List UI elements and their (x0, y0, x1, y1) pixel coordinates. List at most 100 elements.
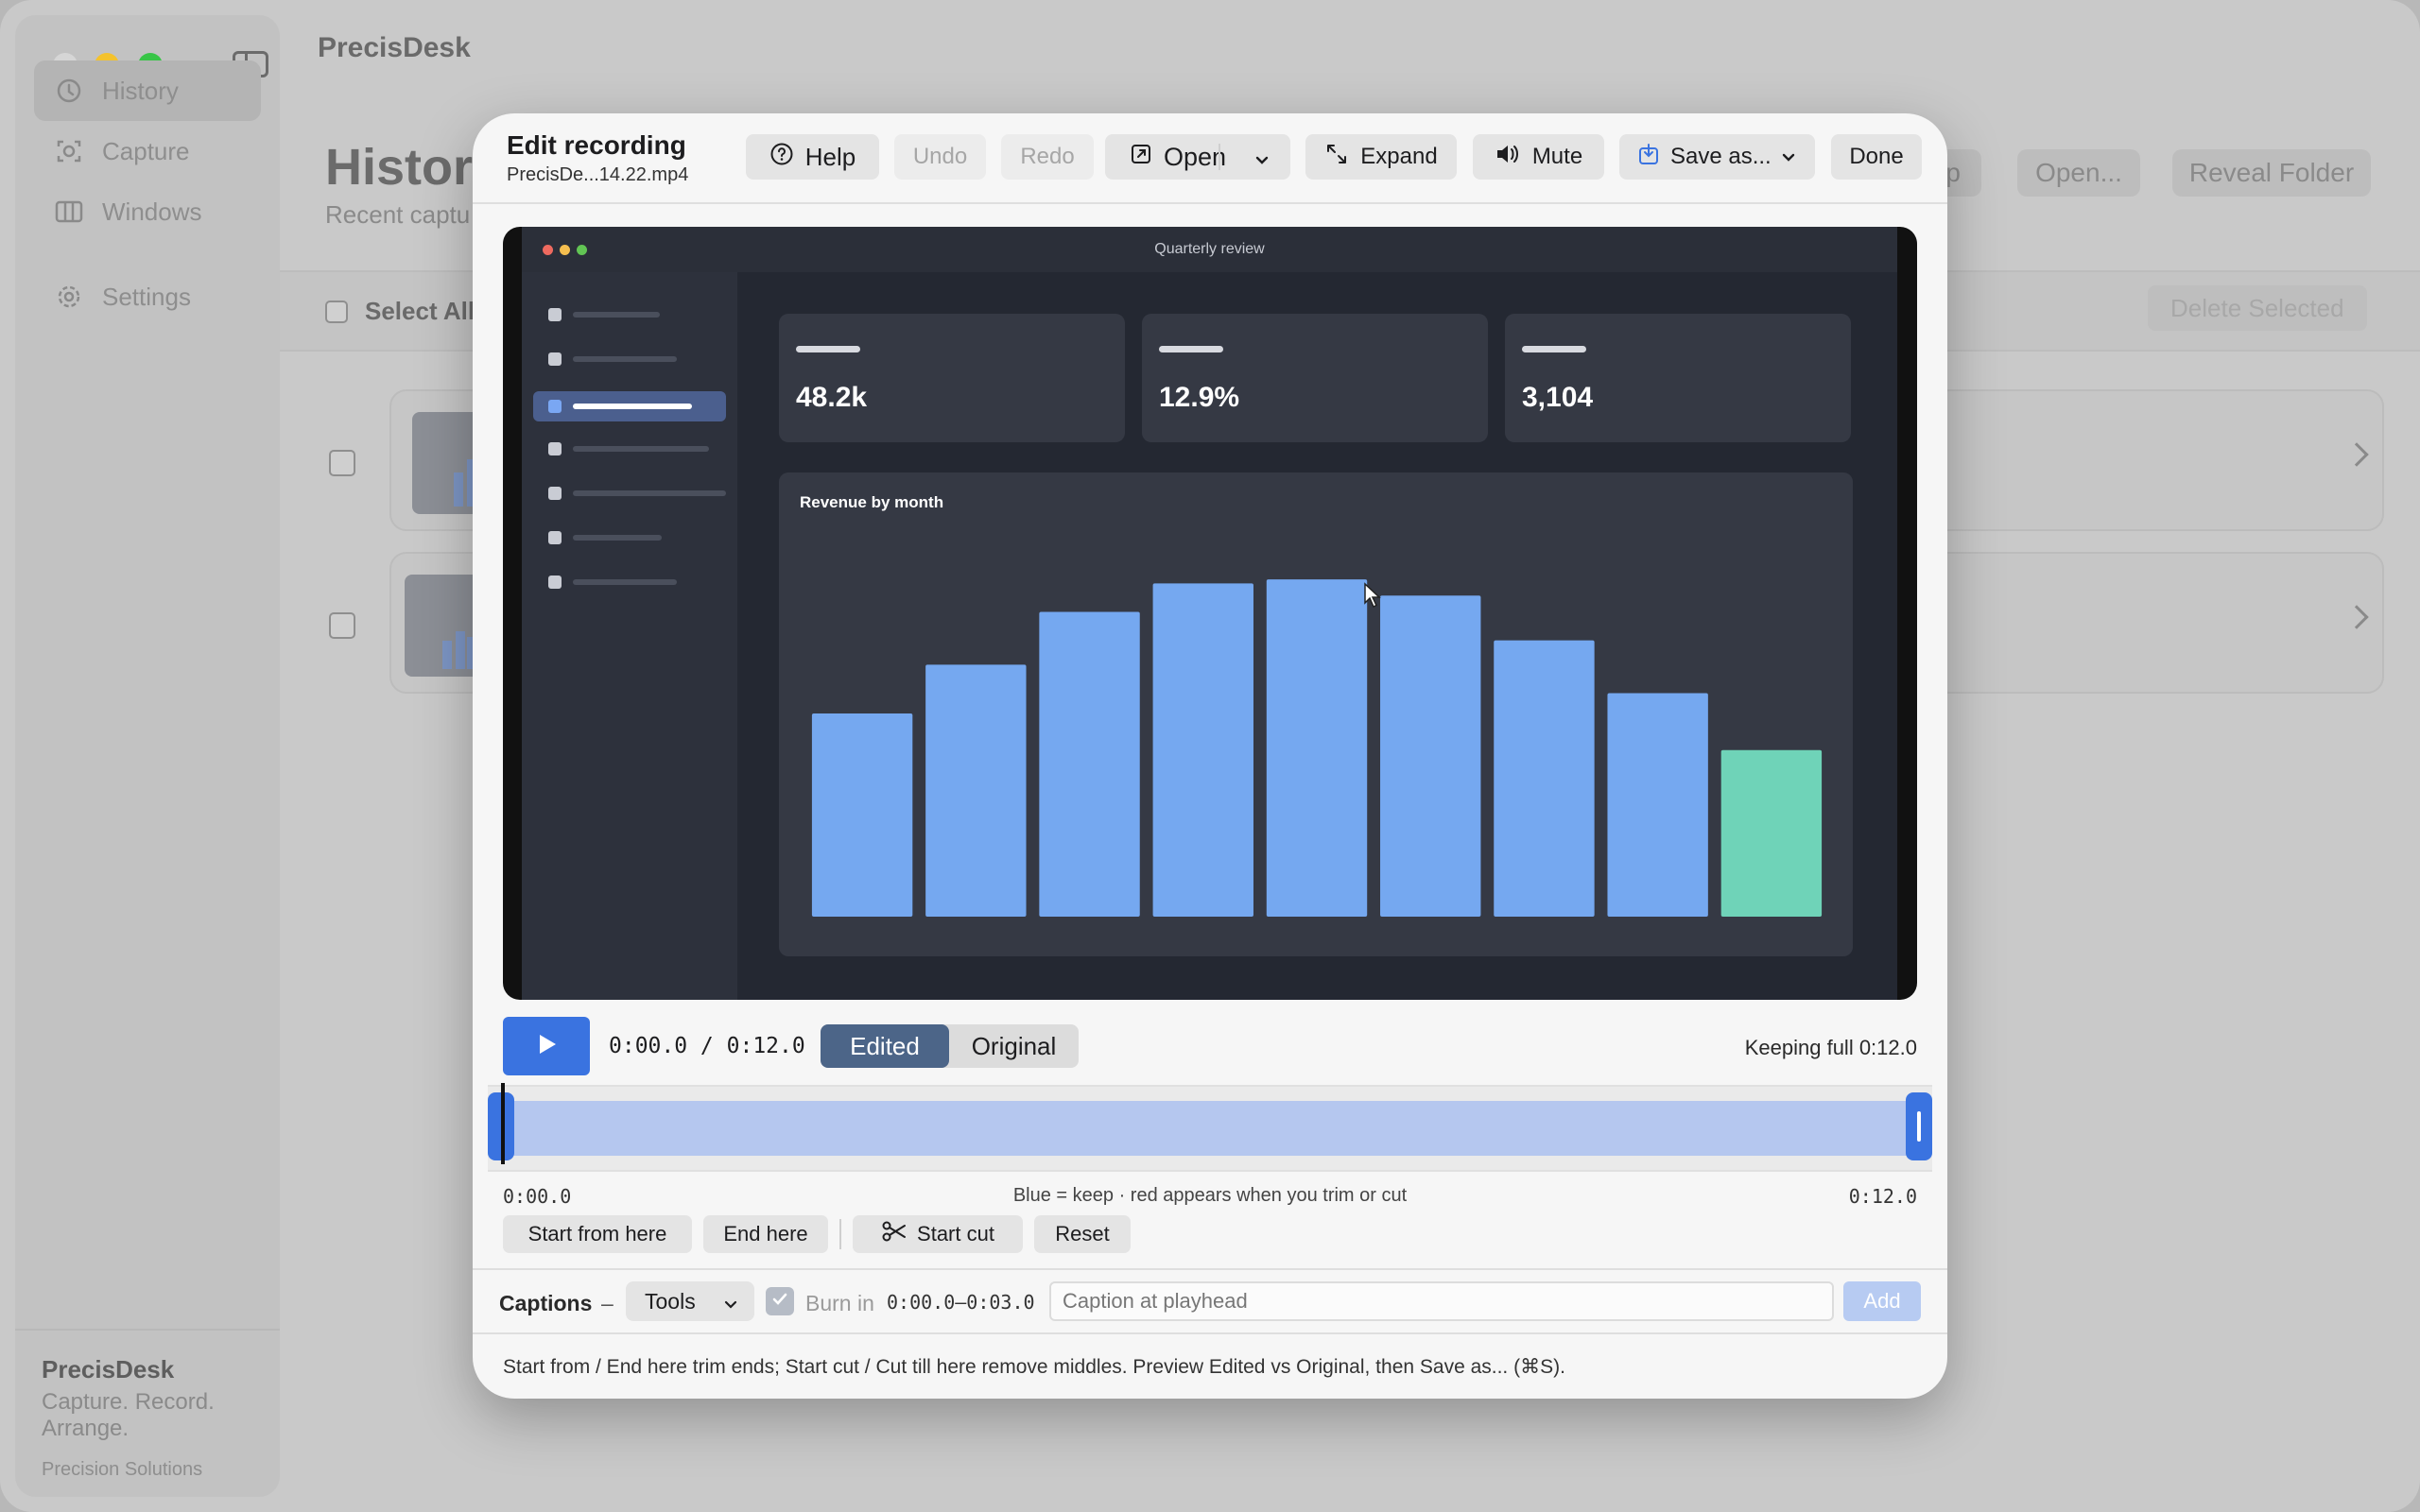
select-all-checkbox[interactable]: Select All (325, 297, 475, 326)
chart-bar (1494, 640, 1595, 917)
keep-status: Keeping full 0:12.0 (1744, 1036, 1917, 1059)
help-text: Start from / End here trim ends; Start c… (503, 1356, 1565, 1378)
undo-button[interactable]: Undo (894, 134, 986, 180)
stat-card: 3,104 (1505, 314, 1851, 442)
open-external-icon (1130, 143, 1152, 172)
redo-button[interactable]: Redo (1001, 134, 1094, 180)
sidebar-tagline: Capture. Record. Arrange. (42, 1389, 215, 1441)
sidebar-item-settings[interactable]: Settings (34, 266, 261, 327)
sidebar-item-capture[interactable]: Capture (34, 121, 261, 181)
checkbox[interactable] (325, 300, 348, 323)
sidebar-item-label: Settings (102, 282, 191, 311)
burn-in-checkbox[interactable] (766, 1287, 794, 1315)
recorded-sidebar (522, 272, 737, 1000)
save-icon (1638, 143, 1659, 172)
captions-label: Captions (499, 1291, 593, 1315)
play-button[interactable] (503, 1017, 590, 1075)
open-label: Open (1164, 142, 1227, 171)
segment-original[interactable]: Original (949, 1024, 1079, 1068)
delete-selected-button[interactable]: Delete Selected (2148, 285, 2367, 331)
sidebar-item-label: Capture (102, 136, 190, 165)
captions-separator: – (601, 1291, 614, 1315)
sidebar-item-label: History (102, 76, 179, 105)
help-label: Help (804, 142, 856, 171)
expand-label: Expand (1360, 144, 1438, 169)
open-button[interactable]: Open... (2017, 149, 2140, 197)
caption-input[interactable] (1049, 1281, 1834, 1321)
row-checkbox[interactable] (329, 612, 355, 639)
divider (839, 1219, 841, 1249)
chevron-down-icon[interactable] (1253, 147, 1271, 177)
chevron-down-icon (722, 1294, 739, 1319)
mouse-cursor-icon (1363, 582, 1382, 613)
gear-icon (55, 283, 83, 311)
tools-label: Tools (645, 1288, 696, 1314)
segment-edited[interactable]: Edited (821, 1024, 949, 1068)
timeline-end-time: 0:12.0 (1848, 1185, 1917, 1208)
page-subtitle: Recent captu (325, 200, 471, 229)
sidebar-item-history[interactable]: History (34, 60, 261, 121)
stat-card: 12.9% (1142, 314, 1488, 442)
start-cut-button[interactable]: Start cut (853, 1215, 1023, 1253)
row-checkbox[interactable] (329, 450, 355, 476)
chart-title: Revenue by month (800, 493, 944, 511)
play-icon (534, 1032, 559, 1061)
stat-card: 48.2k (779, 314, 1125, 442)
timeline-hint: Blue = keep · red appears when you trim … (1012, 1185, 1408, 1206)
recording-filename: PrecisDe...14.22.mp4 (507, 164, 689, 185)
sidebar-item-windows[interactable]: Windows (34, 181, 261, 242)
windows-icon (55, 198, 83, 226)
clock-icon (55, 77, 83, 105)
reveal-folder-button[interactable]: Reveal Folder (2172, 149, 2371, 197)
chart-bar (1607, 693, 1708, 917)
recording-thumbnail (405, 575, 480, 677)
trim-end-handle[interactable] (1906, 1092, 1932, 1160)
open-menu-button[interactable]: Open (1105, 134, 1290, 180)
start-cut-label: Start cut (917, 1222, 994, 1246)
save-as-button[interactable]: Save as... (1619, 134, 1815, 180)
stat-value: 48.2k (796, 382, 868, 413)
recorded-window-title: Quarterly review (1154, 241, 1265, 257)
checkmark-icon (770, 1290, 789, 1314)
capture-icon (55, 137, 83, 165)
tools-dropdown[interactable]: Tools (626, 1281, 754, 1321)
mute-button[interactable]: Mute (1473, 134, 1604, 180)
caption-time-range: 0:00.0–0:03.0 (887, 1291, 1035, 1314)
sidebar-brand: PrecisDesk (42, 1355, 175, 1383)
save-as-label: Save as... (1670, 144, 1772, 169)
chart-bar (1380, 595, 1481, 917)
end-here-button[interactable]: End here (703, 1215, 828, 1253)
start-from-here-button[interactable]: Start from here (503, 1215, 692, 1253)
divider (1219, 144, 1220, 170)
chevron-right-icon[interactable] (2344, 442, 2369, 467)
edit-recording-dialog: Edit recording PrecisDe...14.22.mp4 Help… (473, 113, 1947, 1399)
chart-bar (1266, 579, 1368, 917)
chevron-right-icon[interactable] (2344, 605, 2369, 629)
done-button[interactable]: Done (1831, 134, 1922, 180)
video-preview[interactable]: Quarterly review 48.2k 12.9% 3,104 Reven… (503, 227, 1917, 1000)
select-all-label: Select All (365, 297, 475, 325)
captions-bar: Captions – Tools Burn in 0:00.0–0:03.0 A… (473, 1268, 1947, 1334)
help-button[interactable]: Help (746, 134, 879, 180)
timeline-keep-range[interactable] (493, 1101, 1927, 1156)
chart-bar (925, 664, 1027, 917)
add-caption-button[interactable]: Add (1843, 1281, 1921, 1321)
chevron-down-icon[interactable] (1779, 147, 1798, 174)
time-readout: 0:00.0 / 0:12.0 (609, 1034, 805, 1058)
dialog-header: Edit recording PrecisDe...14.22.mp4 Help… (473, 113, 1947, 204)
mute-label: Mute (1531, 144, 1583, 169)
stat-value: 3,104 (1522, 382, 1594, 413)
reset-button[interactable]: Reset (1034, 1215, 1131, 1253)
playhead[interactable] (501, 1083, 505, 1164)
dialog-title: Edit recording (507, 130, 686, 160)
scissors-icon (881, 1221, 908, 1247)
edited-original-toggle[interactable]: Edited Original (821, 1024, 1079, 1068)
expand-button[interactable]: Expand (1305, 134, 1457, 180)
sidebar-divider (15, 1329, 280, 1331)
speaker-icon (1495, 143, 1521, 172)
sidebar: History Capture Windows Settings PrecisD… (15, 15, 280, 1497)
sidebar-item-label: Windows (102, 197, 202, 226)
chart-bar (1152, 583, 1253, 917)
recorded-window-titlebar: Quarterly review (522, 227, 1897, 272)
chart-bar (1039, 611, 1140, 917)
